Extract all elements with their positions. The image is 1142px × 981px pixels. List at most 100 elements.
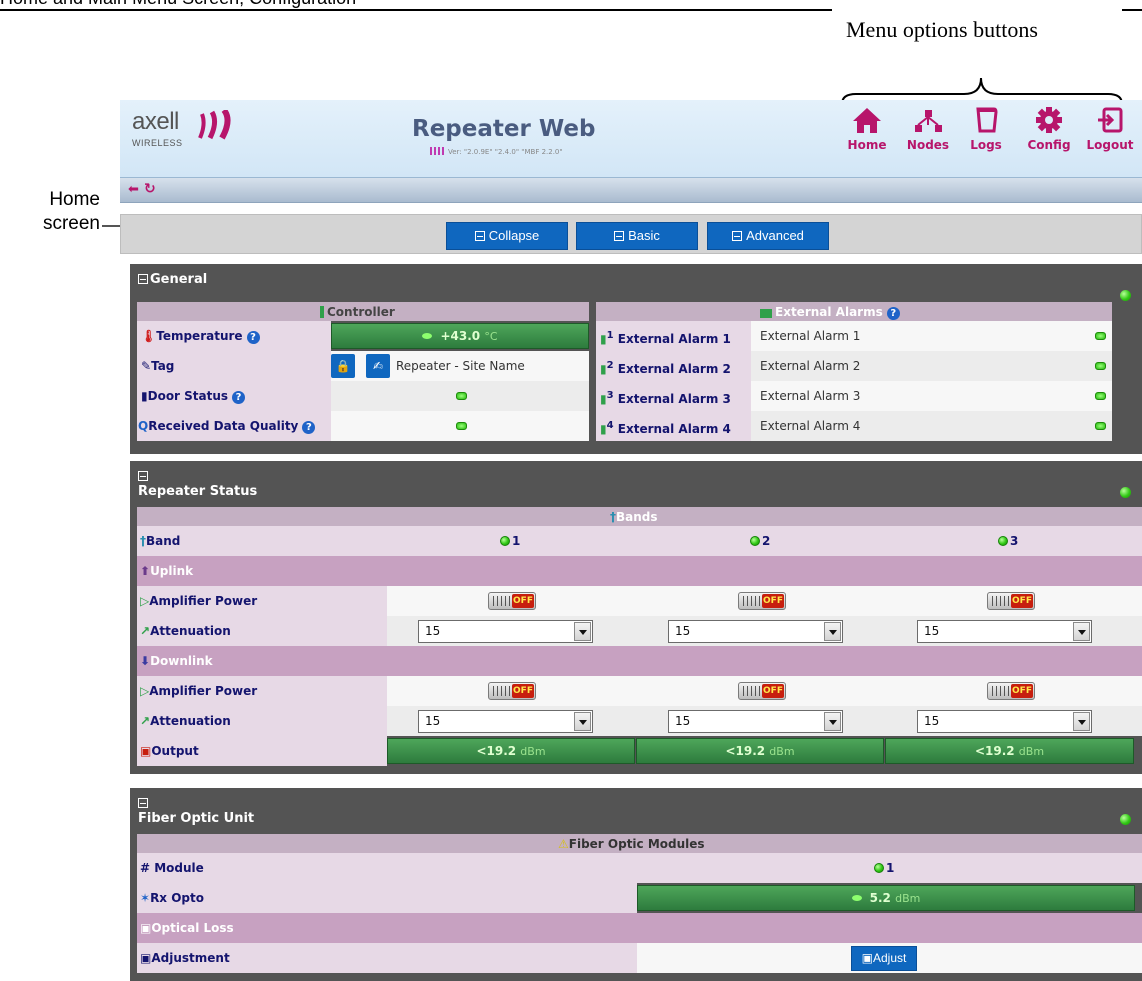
band-row: [137, 526, 1142, 556]
general-panel-header[interactable]: General: [138, 272, 207, 287]
rdq-led: [456, 422, 467, 430]
alarm-3-label: ▮3 External Alarm 3: [600, 381, 731, 414]
module-label: # Module: [140, 853, 204, 883]
output-label-text: Output: [151, 744, 199, 758]
ul-amp-toggle-1[interactable]: OFF: [488, 592, 536, 610]
select-value: 15: [425, 624, 441, 638]
collapse-toggle-icon[interactable]: [138, 471, 148, 481]
fiber-optic-title: Fiber Optic Unit: [138, 811, 255, 826]
uplink-label-text: Uplink: [150, 564, 194, 578]
uplink-label: ⬆Uplink: [140, 556, 193, 586]
fiber-optic-header[interactable]: Fiber Optic Unit: [138, 796, 254, 826]
collapse-toggle-icon[interactable]: [138, 798, 148, 808]
dropdown-arrow-icon[interactable]: [1073, 622, 1090, 641]
edit-icon: ✍: [372, 359, 384, 373]
repeater-status-led: [1120, 487, 1131, 498]
basic-button[interactable]: Basic: [576, 222, 698, 250]
dropdown-arrow-icon[interactable]: [1073, 712, 1090, 731]
alarm-4-label: ▮4 External Alarm 4: [600, 411, 731, 444]
back-arrow-icon[interactable]: ⬅: [128, 182, 139, 197]
ul-atten-select-1[interactable]: 15: [418, 620, 593, 643]
collapse-toggle-icon[interactable]: [138, 274, 148, 284]
ul-atten-select-3[interactable]: 15: [917, 620, 1092, 643]
edit-tag-button[interactable]: ✍: [366, 354, 390, 378]
ul-amp-toggle-3[interactable]: OFF: [987, 592, 1035, 610]
alarm-panel-icon: [760, 309, 772, 318]
nav-config-button[interactable]: Config: [1024, 106, 1074, 152]
logs-icon: [976, 107, 998, 133]
dropdown-arrow-icon[interactable]: [574, 622, 591, 641]
dl-atten-label: ↗Attenuation: [140, 706, 231, 736]
ul-amp-toggle-2[interactable]: OFF: [738, 592, 786, 610]
toolbar: ⬅ ↻: [120, 178, 1142, 203]
adjust-button[interactable]: ▣Adjust: [851, 946, 917, 971]
alarm-1-label: ▮1 External Alarm 1: [600, 321, 731, 354]
nodes-icon: [915, 110, 942, 132]
select-value: 15: [924, 624, 940, 638]
alarm-4-value: External Alarm 4: [760, 419, 861, 433]
rx-opto-label: ✶Rx Opto: [140, 883, 204, 913]
dl-atten-select-2[interactable]: 15: [668, 710, 843, 733]
signal-icon: [430, 147, 444, 155]
controller-icon: [320, 306, 324, 318]
nav-nodes-button[interactable]: Nodes: [904, 106, 952, 152]
nav-logs-label: Logs: [970, 138, 1002, 152]
help-icon[interactable]: ?: [886, 307, 900, 320]
alarm-4-label-text: External Alarm 4: [617, 422, 731, 436]
home-icon: [853, 108, 881, 133]
output-unit: dBm: [1018, 745, 1045, 758]
dropdown-arrow-icon[interactable]: [574, 712, 591, 731]
adjustment-icon: ▣: [140, 951, 152, 965]
dl-atten-select-1[interactable]: 15: [418, 710, 593, 733]
advanced-button[interactable]: Advanced: [707, 222, 829, 250]
document-header-rule-right: [1122, 9, 1142, 11]
tag-label: ✎Tag: [141, 351, 174, 381]
lock-icon: 🔒: [335, 359, 351, 373]
amplifier-icon: ▷: [140, 594, 150, 608]
dl-amp-toggle-1[interactable]: OFF: [488, 682, 536, 700]
dl-amp-toggle-3[interactable]: OFF: [987, 682, 1035, 700]
dl-amp-toggle-2[interactable]: OFF: [738, 682, 786, 700]
adjust-button-label: Adjust: [872, 951, 907, 965]
attenuation-icon: ↗: [140, 714, 151, 728]
ul-amp-label-text: Amplifier Power: [149, 594, 258, 608]
alarm-2-label: ▮2 External Alarm 2: [600, 351, 731, 384]
alarm-input-icon: ▮: [600, 332, 607, 346]
app-title: Repeater Web: [412, 116, 596, 142]
nav-logs-button[interactable]: Logs: [966, 106, 1006, 152]
basic-label: Basic: [628, 228, 660, 243]
fiber-status-led: [1120, 814, 1131, 825]
nav-logout-button[interactable]: Logout: [1082, 106, 1138, 152]
ul-amp-label: ▷Amplifier Power: [140, 586, 257, 616]
nav-home-label: Home: [847, 138, 887, 152]
help-icon[interactable]: ?: [302, 421, 316, 434]
ul-atten-select-2[interactable]: 15: [668, 620, 843, 643]
toggle-off-label: OFF: [1011, 684, 1033, 698]
toggle-off-label: OFF: [512, 594, 534, 608]
alarm-3-value: External Alarm 3: [760, 389, 861, 403]
dropdown-arrow-icon[interactable]: [824, 712, 841, 731]
collapse-label: Collapse: [488, 228, 540, 243]
downlink-label-text: Downlink: [150, 654, 213, 668]
bands-header-text: Bands: [616, 510, 658, 524]
help-icon[interactable]: ?: [232, 391, 246, 404]
output-label: ▣Output: [140, 736, 199, 766]
logo-subtext: WIRELESS: [132, 138, 183, 148]
dropdown-arrow-icon[interactable]: [824, 622, 841, 641]
view-mode-bar: Collapse Basic Advanced: [120, 214, 1142, 254]
door-icon: ▮: [141, 389, 148, 403]
toggle-off-label: OFF: [1011, 594, 1033, 608]
band-label: †Band: [140, 526, 180, 556]
help-icon[interactable]: ?: [246, 331, 260, 344]
toggle-grip: [493, 596, 511, 606]
rx-opto-unit: dBm: [895, 892, 921, 905]
repeater-status-panel: Repeater Status †Bands †Band 1 2 3 ⬆Upli…: [130, 461, 1142, 774]
repeater-status-header[interactable]: Repeater Status: [138, 469, 257, 499]
refresh-icon[interactable]: ↻: [144, 181, 156, 197]
dl-atten-select-3[interactable]: 15: [917, 710, 1092, 733]
lock-button[interactable]: 🔒: [331, 354, 355, 378]
downlink-arrow-icon: ⬇: [140, 654, 151, 668]
nav-home-button[interactable]: Home: [844, 106, 890, 152]
alarm-1-num: 1: [606, 330, 614, 341]
collapse-button[interactable]: Collapse: [446, 222, 568, 250]
